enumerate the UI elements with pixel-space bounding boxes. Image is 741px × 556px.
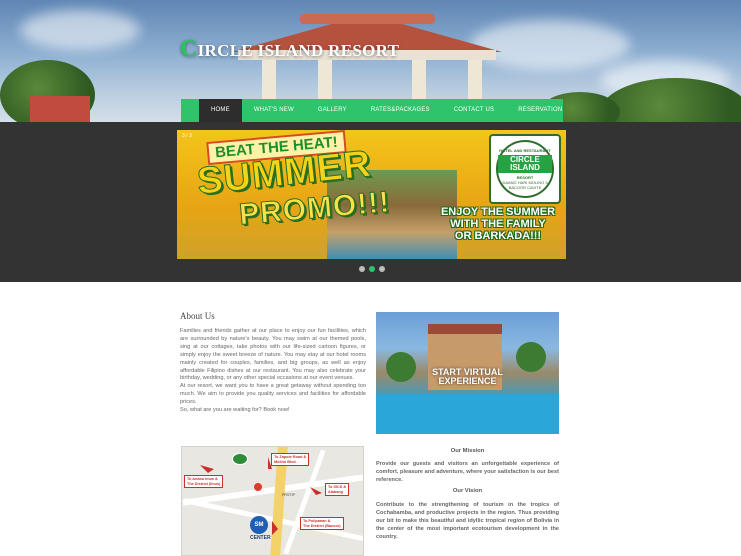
badge-top-text: HOTEL AND RESTAURANT — [499, 148, 551, 153]
arrow-icon — [268, 457, 272, 469]
arrow-icon — [272, 521, 278, 535]
virtual-tour-caption[interactable]: START VIRTUAL EXPERIENCE — [376, 368, 559, 386]
nav-contact-us[interactable]: CONTACT US — [442, 99, 506, 122]
nav-home[interactable]: HOME — [199, 99, 242, 122]
slide-enjoy-text: ENJOY THE SUMMER WITH THE FAMILY OR BARK… — [432, 206, 564, 242]
about-paragraph-2: At our resort, we want you to have a gre… — [180, 383, 366, 406]
slider-dot-2[interactable] — [369, 266, 375, 272]
sm-center-label: CENTER — [250, 535, 271, 541]
slide-counter: 3 / 3 — [182, 133, 192, 139]
mission-text: Provide our guests and visitors an unfor… — [376, 461, 559, 483]
about-text: Families and friends gather at our place… — [180, 328, 366, 415]
promo-slide[interactable]: 3 / 3 BEAT THE HEAT! SUMMER PROMO!!! ENJ… — [177, 130, 566, 259]
enjoy-line-3: OR BARKADA!!! — [454, 230, 542, 242]
about-paragraph-3: So, what are you are waiting for? Book n… — [180, 407, 290, 414]
nav-gallery[interactable]: GALLERY — [306, 99, 359, 122]
about-paragraph-1: Families and friends gather at our place… — [180, 328, 366, 382]
sm-logo: SM — [250, 516, 268, 534]
nav-whats-new[interactable]: WHAT'S NEW — [242, 99, 306, 122]
virtual-tour-image[interactable]: START VIRTUAL EXPERIENCE — [376, 312, 559, 434]
logo-initial: C — [180, 36, 198, 62]
badge-sub-text: DAANG HARI MOLINO 3 BACOOR CAVITE — [502, 180, 548, 190]
vision-text: Contribute to the strengthening of touri… — [376, 502, 559, 540]
main-nav: HOME WHAT'S NEW GALLERY RATES&PACKAGES C… — [181, 99, 563, 122]
about-title: About Us — [180, 311, 215, 321]
site-logo[interactable]: CIRCLE ISLAND RESORT — [180, 36, 399, 63]
badge-name-text: CIRCLE ISLAND — [498, 155, 552, 173]
vision-title: Our Vision — [452, 488, 483, 494]
pin-icon — [254, 483, 262, 491]
enjoy-line-1: ENJOY THE SUMMER — [440, 206, 556, 218]
nav-rates-packages[interactable]: RATES&PACKAGES — [359, 99, 442, 122]
slider-dot-1[interactable] — [359, 266, 365, 272]
location-map[interactable]: To Zapote Road & Molino Blvd. To Anabu I… — [181, 446, 364, 556]
slider-dot-3[interactable] — [379, 266, 385, 272]
mission-title: Our Mission — [450, 448, 485, 454]
caption-line-2: EXPERIENCE — [438, 376, 497, 386]
slider-dots — [359, 266, 385, 272]
enjoy-line-2: WITH THE FAMILY — [450, 218, 546, 230]
logo-text: IRCLE ISLAND RESORT — [197, 41, 400, 60]
arrow-icon — [200, 465, 214, 473]
map-arrows — [200, 457, 322, 535]
arrow-icon — [310, 487, 322, 495]
nav-reservation[interactable]: RESERVATION — [506, 99, 574, 122]
resort-badge-logo: HOTEL AND RESTAURANT CIRCLE ISLAND RESOR… — [489, 134, 561, 204]
